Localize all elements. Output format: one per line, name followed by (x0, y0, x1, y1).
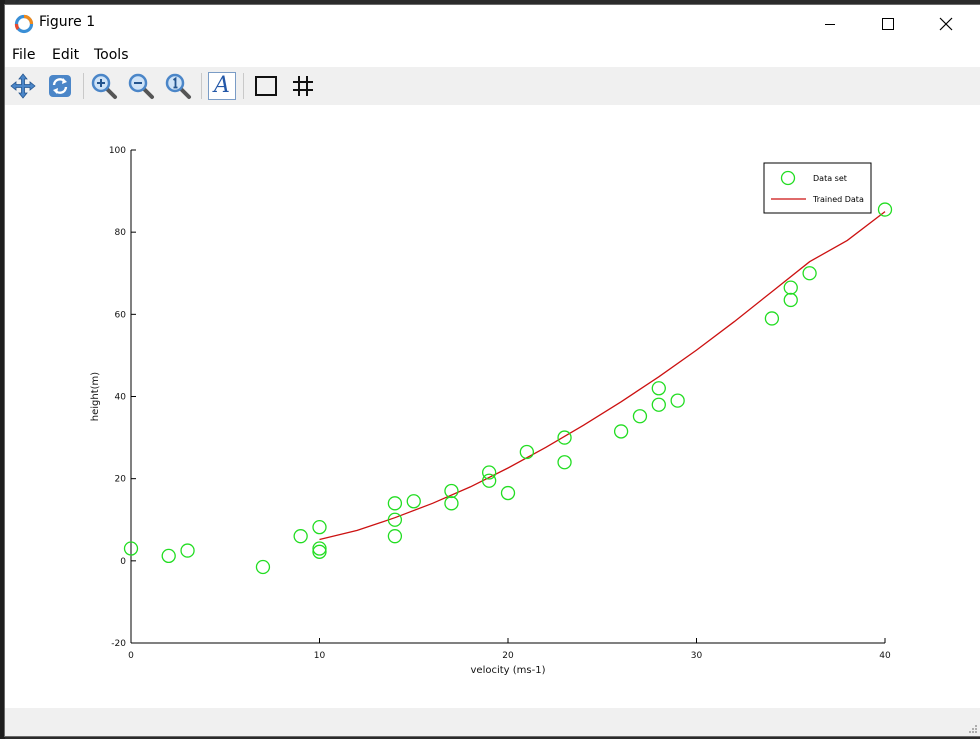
grid-button[interactable] (288, 71, 318, 101)
legend: Data set Trained Data (763, 162, 872, 214)
zoom-in-button[interactable] (89, 71, 119, 101)
toolbar: A (5, 67, 980, 105)
box-icon (255, 76, 277, 96)
maximize-button[interactable] (859, 5, 917, 42)
data-point (783, 292, 798, 308)
y-tick-label: 80 (115, 228, 127, 238)
data-point (500, 485, 516, 501)
plot-axes: 0 10 20 30 40-20020406080100 (109, 146, 891, 661)
fit-line-trained-data (319, 211, 886, 541)
plot-canvas[interactable]: 0 10 20 30 40 -20 0 20 40 60 80 100 velocity (ms-1)… (5, 105, 980, 708)
data-point (161, 548, 176, 564)
pan-icon (10, 73, 36, 99)
close-button[interactable] (917, 5, 975, 42)
data-point (783, 280, 798, 295)
x-axis-label: velocity (ms-1) (471, 665, 546, 676)
data-point (613, 424, 629, 439)
resize-grip-icon[interactable] (968, 724, 978, 734)
data-point (557, 455, 572, 470)
menu-file[interactable]: File (12, 47, 35, 63)
minimize-icon (825, 23, 835, 25)
toolbar-separator (243, 73, 244, 99)
y-tick-label: 60 (115, 310, 127, 320)
y-tick-label: 20 (115, 475, 127, 485)
app-logo-icon (14, 14, 34, 34)
toolbar-separator (83, 73, 84, 99)
data-point (802, 266, 817, 281)
data-point (632, 409, 648, 424)
legend-box (763, 162, 872, 214)
data-point (387, 496, 403, 511)
legend-label-data-set: Data set (813, 174, 847, 183)
data-markers (123, 202, 893, 575)
close-icon (939, 17, 953, 30)
text-icon: A (208, 72, 236, 100)
data-point (255, 559, 271, 575)
toolbar-separator (201, 73, 202, 99)
data-point (651, 381, 666, 396)
refresh-button[interactable] (45, 71, 75, 101)
y-tick-label: 40 (115, 393, 127, 403)
data-point (406, 494, 421, 509)
zoom-reset-button[interactable] (163, 71, 193, 101)
data-point (312, 541, 327, 556)
data-point (293, 529, 308, 544)
scatter-plot: 0 10 20 30 40-20020406080100 velocity (ms-1)… (90, 146, 893, 676)
box-button[interactable] (251, 71, 281, 101)
menu-bar: File Edit Tools (5, 43, 980, 67)
y-tick-label: -20 (111, 639, 126, 649)
figure-window: Figure 1 File Edit Tools A 0 10 20 30 40… (5, 5, 980, 736)
zoom-out-icon (128, 73, 154, 99)
y-tick-label: 100 (109, 146, 126, 156)
x-tick-label: 10 (314, 651, 326, 661)
menu-tools[interactable]: Tools (94, 47, 129, 63)
data-point (481, 473, 497, 488)
pan-button[interactable] (8, 71, 38, 101)
y-axis-label: height(m) (90, 372, 101, 422)
zoom-in-icon (91, 73, 117, 99)
data-point (651, 397, 666, 412)
title-bar: Figure 1 (5, 5, 980, 42)
data-point (670, 393, 685, 408)
data-point (180, 543, 195, 558)
data-point (877, 202, 893, 217)
status-bar (5, 708, 980, 736)
data-point (312, 544, 327, 559)
zoom-reset-icon (165, 73, 191, 99)
data-point (764, 311, 780, 326)
window-title: Figure 1 (39, 14, 96, 30)
grid-icon (293, 76, 313, 96)
y-tick-label: 0 (120, 557, 126, 567)
legend-label-trained-data: Trained Data (812, 195, 864, 204)
maximize-icon (882, 17, 894, 30)
x-tick-label: 30 (691, 651, 703, 661)
data-point (557, 430, 572, 445)
data-point (387, 529, 403, 544)
text-button[interactable]: A (207, 71, 237, 101)
zoom-out-button[interactable] (126, 71, 156, 101)
x-tick-label: 0 (128, 651, 134, 661)
text-icon-glyph: A (214, 73, 230, 98)
x-tick-label: 40 (879, 651, 891, 661)
refresh-icon (49, 75, 71, 97)
menu-edit[interactable]: Edit (52, 47, 79, 63)
minimize-button[interactable] (801, 5, 859, 42)
x-tick-label: 20 (502, 651, 514, 661)
data-point (312, 519, 327, 535)
data-point (519, 444, 534, 460)
data-point (444, 496, 459, 511)
